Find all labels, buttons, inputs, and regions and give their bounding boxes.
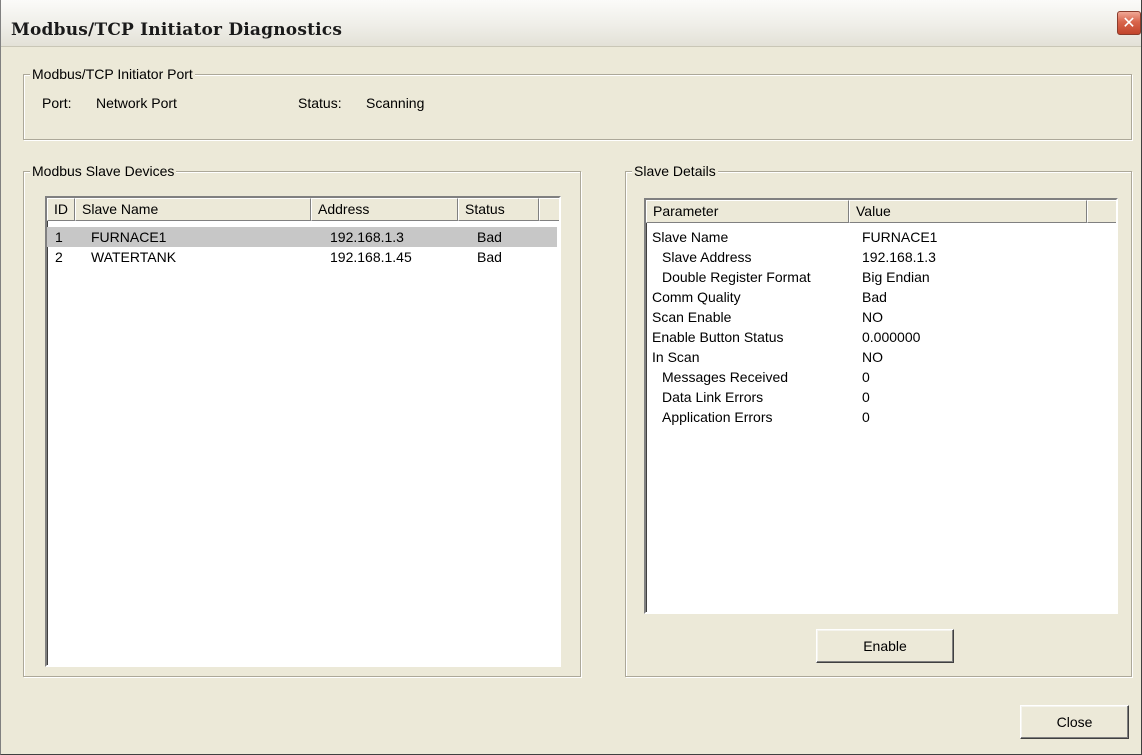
detail-parameter: Comm Quality — [652, 289, 741, 305]
detail-parameter: Application Errors — [662, 409, 773, 425]
row-id: 1 — [55, 229, 63, 245]
slave-devices-list[interactable]: ID Slave Name Address Status 1 FURNACE1 … — [45, 196, 561, 667]
detail-parameter: Slave Address — [662, 249, 752, 265]
column-header-address[interactable]: Address — [311, 198, 458, 221]
detail-value: 0 — [862, 409, 870, 425]
detail-row: Slave Name FURNACE1 — [646, 227, 1116, 247]
initiator-port-group: Modbus/TCP Initiator Port Port: Network … — [23, 65, 1132, 140]
port-value: Network Port — [96, 95, 177, 111]
detail-parameter: Messages Received — [662, 369, 789, 385]
column-header-status[interactable]: Status — [458, 198, 539, 221]
slave-details-legend: Slave Details — [632, 162, 718, 180]
detail-value: Big Endian — [862, 269, 930, 285]
slave-details-list[interactable]: Parameter Value Slave Name FURNACE1 Slav… — [644, 198, 1118, 614]
slave-details-header: Parameter Value — [646, 200, 1116, 223]
detail-value: 0 — [862, 369, 870, 385]
close-button[interactable]: Close — [1020, 705, 1129, 739]
detail-row: Slave Address 192.168.1.3 — [646, 247, 1116, 267]
detail-value: 0 — [862, 389, 870, 405]
column-header-id[interactable]: ID — [47, 198, 75, 221]
detail-row: Scan Enable NO — [646, 307, 1116, 327]
detail-row: Data Link Errors 0 — [646, 387, 1116, 407]
detail-value: Bad — [862, 289, 887, 305]
diagnostics-dialog: Modbus/TCP Initiator Diagnostics ✕ Modbu… — [0, 0, 1142, 755]
row-status: Bad — [477, 249, 502, 265]
slave-details-group: Slave Details Parameter Value Slave Name… — [625, 162, 1132, 677]
column-header-slave-name[interactable]: Slave Name — [75, 198, 311, 221]
detail-value: NO — [862, 349, 883, 365]
row-address: 192.168.1.45 — [330, 249, 412, 265]
detail-value: NO — [862, 309, 883, 325]
detail-row: Double Register Format Big Endian — [646, 267, 1116, 287]
detail-value: 0.000000 — [862, 329, 921, 345]
detail-parameter: Slave Name — [652, 229, 729, 245]
detail-value: FURNACE1 — [862, 229, 938, 245]
row-address: 192.168.1.3 — [330, 229, 404, 245]
row-slave-name: WATERTANK — [91, 249, 177, 265]
initiator-port-legend: Modbus/TCP Initiator Port — [30, 65, 195, 83]
enable-button[interactable]: Enable — [816, 629, 954, 663]
title-bar[interactable]: Modbus/TCP Initiator Diagnostics ✕ — [1, 0, 1141, 47]
column-header-value[interactable]: Value — [849, 200, 1087, 223]
column-header-filler — [539, 198, 559, 221]
table-row[interactable]: 1 FURNACE1 192.168.1.3 Bad — [47, 227, 557, 247]
detail-parameter: Double Register Format — [662, 269, 811, 285]
detail-row: Enable Button Status 0.000000 — [646, 327, 1116, 347]
status-label: Status: — [298, 95, 342, 111]
slave-devices-legend: Modbus Slave Devices — [30, 162, 177, 180]
row-id: 2 — [55, 249, 63, 265]
detail-value: 192.168.1.3 — [862, 249, 936, 265]
detail-row: Application Errors 0 — [646, 407, 1116, 427]
slave-devices-header: ID Slave Name Address Status — [47, 198, 559, 221]
column-header-parameter[interactable]: Parameter — [646, 200, 849, 223]
close-icon[interactable]: ✕ — [1117, 11, 1141, 35]
detail-row: Messages Received 0 — [646, 367, 1116, 387]
detail-parameter: In Scan — [652, 349, 700, 365]
port-label: Port: — [42, 95, 72, 111]
detail-parameter: Data Link Errors — [662, 389, 764, 405]
detail-row: Comm Quality Bad — [646, 287, 1116, 307]
window-title: Modbus/TCP Initiator Diagnostics — [11, 20, 343, 40]
status-value: Scanning — [366, 95, 425, 111]
slave-devices-group: Modbus Slave Devices ID Slave Name Addre… — [23, 162, 581, 677]
detail-parameter: Scan Enable — [652, 309, 732, 325]
column-header-filler — [1087, 200, 1116, 223]
row-slave-name: FURNACE1 — [91, 229, 167, 245]
detail-row: In Scan NO — [646, 347, 1116, 367]
table-row[interactable]: 2 WATERTANK 192.168.1.45 Bad — [47, 247, 557, 267]
detail-parameter: Enable Button Status — [652, 329, 784, 345]
row-status: Bad — [477, 229, 502, 245]
